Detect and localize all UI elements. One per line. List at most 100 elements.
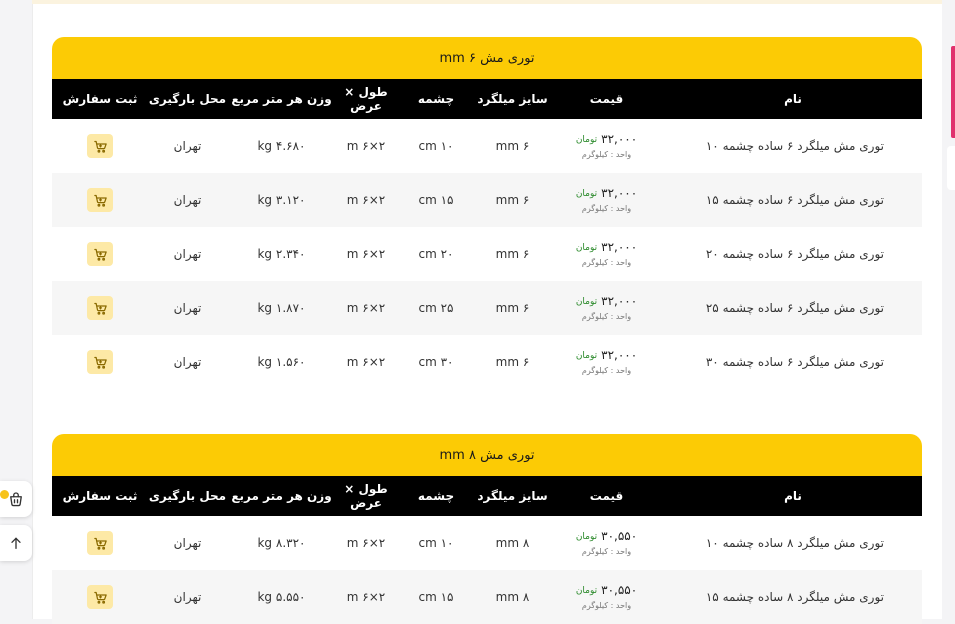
table-row: توری مش میلگرد ۶ ساده چشمه ۱۵ ۳۲,۰۰۰ تومان… [52, 173, 922, 227]
price-unit: واحد : کیلوگرم [581, 547, 632, 556]
price-unit: واحد : کیلوگرم [581, 601, 632, 610]
dimensions-cell: ۲×۶ m [346, 247, 386, 261]
dimensions-cell: ۲×۶ m [346, 301, 386, 315]
header-location: محل بارگیری [148, 489, 227, 503]
price-value: ۳۲,۰۰۰ [601, 348, 638, 362]
basket-icon [10, 492, 22, 507]
header-dimensions: طول × عرض [344, 85, 388, 113]
product-name[interactable]: توری مش میلگرد ۸ ساده چشمه ۱۰ [664, 536, 922, 550]
price-cell: ۳۰,۵۵۰ تومان واحد : کیلوگرم [549, 530, 664, 556]
price-value: ۳۰,۵۵۰ [601, 583, 638, 597]
scroll-top-button[interactable] [0, 525, 32, 561]
size-cell: ۶ mm [495, 193, 530, 207]
header-name: نام [784, 489, 802, 503]
header-mesh: چشمه [417, 489, 455, 503]
price-currency: تومان [575, 189, 598, 199]
price-line: ۳۲,۰۰۰ تومان [576, 349, 637, 361]
price-line: ۳۰,۵۵۰ تومان [576, 584, 637, 596]
top-border [32, 0, 942, 4]
order-cell [52, 188, 148, 212]
dimensions-cell: ۲×۶ m [346, 139, 386, 153]
price-currency: تومان [575, 532, 598, 542]
price-currency: تومان [575, 351, 598, 361]
header-order: ثبت سفارش [62, 489, 138, 503]
table-row: توری مش میلگرد ۶ ساده چشمه ۱۰ ۳۲,۰۰۰ تومان… [52, 119, 922, 173]
weight-cell: ۲.۳۴۰ kg [257, 247, 306, 261]
mesh-cell: ۳۰ cm [418, 355, 454, 369]
size-cell: ۸ mm [495, 536, 530, 550]
header-size: سایز میلگرد [477, 92, 548, 106]
price-currency: تومان [575, 243, 598, 253]
price-line: ۳۲,۰۰۰ تومان [576, 241, 637, 253]
product-name[interactable]: توری مش میلگرد ۶ ساده چشمه ۱۰ [664, 139, 922, 153]
size-cell: ۶ mm [495, 301, 530, 315]
header-name: نام [784, 92, 802, 106]
product-name[interactable]: توری مش میلگرد ۶ ساده چشمه ۳۰ [664, 355, 922, 369]
add-to-cart-button[interactable] [87, 134, 113, 158]
cart-icon [93, 591, 107, 604]
cart-icon [93, 537, 107, 550]
weight-cell: ۳.۱۲۰ kg [257, 193, 306, 207]
basket-badge [0, 490, 9, 499]
header-mesh: چشمه [417, 92, 455, 106]
table-body: توری مش میلگرد ۶ ساده چشمه ۱۰ ۳۲,۰۰۰ تومان… [52, 119, 922, 389]
location-cell: تهران [173, 193, 202, 207]
header-order: ثبت سفارش [62, 92, 138, 106]
table-row: توری مش میلگرد ۸ ساده چشمه ۱۵ ۳۰,۵۵۰ تومان… [52, 570, 922, 624]
mesh-cell: ۲۰ cm [418, 247, 454, 261]
order-cell [52, 350, 148, 374]
location-cell: تهران [173, 355, 202, 369]
price-unit: واحد : کیلوگرم [581, 312, 632, 321]
price-value: ۳۲,۰۰۰ [601, 294, 638, 308]
order-cell [52, 585, 148, 609]
cart-icon [93, 194, 107, 207]
price-value: ۳۲,۰۰۰ [601, 186, 638, 200]
order-cell [52, 134, 148, 158]
location-cell: تهران [173, 247, 202, 261]
header-price: قیمت [589, 489, 624, 503]
mesh-cell: ۱۵ cm [418, 590, 454, 604]
price-currency: تومان [575, 297, 598, 307]
product-name[interactable]: توری مش میلگرد ۶ ساده چشمه ۱۵ [664, 193, 922, 207]
table-row: توری مش میلگرد ۶ ساده چشمه ۲۵ ۳۲,۰۰۰ تومان… [52, 281, 922, 335]
weight-cell: ۱.۸۷۰ kg [257, 301, 306, 315]
weight-cell: ۵.۵۵۰ kg [257, 590, 306, 604]
header-dimensions: طول × عرض [344, 482, 388, 510]
side-card [947, 146, 955, 190]
price-currency: تومان [575, 586, 598, 596]
weight-cell: ۴.۶۸۰ kg [257, 139, 306, 153]
side-accent-bar [951, 46, 955, 138]
add-to-cart-button[interactable] [87, 242, 113, 266]
product-name[interactable]: توری مش میلگرد ۸ ساده چشمه ۱۵ [664, 590, 922, 604]
product-table-8mm: توری مش ۸ mm نام قیمت سایز میلگرد چشمه ط… [52, 434, 922, 624]
add-to-cart-button[interactable] [87, 296, 113, 320]
add-to-cart-button[interactable] [87, 531, 113, 555]
table-row: توری مش میلگرد ۶ ساده چشمه ۳۰ ۳۲,۰۰۰ تومان… [52, 335, 922, 389]
size-cell: ۸ mm [495, 590, 530, 604]
table-header: نام قیمت سایز میلگرد چشمه طول × عرض وزن … [52, 476, 922, 516]
add-to-cart-button[interactable] [87, 585, 113, 609]
product-name[interactable]: توری مش میلگرد ۶ ساده چشمه ۲۰ [664, 247, 922, 261]
location-cell: تهران [173, 590, 202, 604]
price-line: ۳۲,۰۰۰ تومان [576, 187, 637, 199]
price-currency: تومان [575, 135, 598, 145]
basket-button[interactable] [0, 481, 32, 517]
order-cell [52, 531, 148, 555]
header-weight: وزن هر متر مربع [231, 489, 332, 503]
cart-icon [93, 356, 107, 369]
size-cell: ۶ mm [495, 247, 530, 261]
table-header: نام قیمت سایز میلگرد چشمه طول × عرض وزن … [52, 79, 922, 119]
table-title: توری مش ۸ mm [52, 434, 922, 476]
price-unit: واحد : کیلوگرم [581, 366, 632, 375]
add-to-cart-button[interactable] [87, 350, 113, 374]
price-cell: ۳۲,۰۰۰ تومان واحد : کیلوگرم [549, 133, 664, 159]
price-line: ۳۲,۰۰۰ تومان [576, 133, 637, 145]
price-cell: ۳۲,۰۰۰ تومان واحد : کیلوگرم [549, 295, 664, 321]
add-to-cart-button[interactable] [87, 188, 113, 212]
size-cell: ۶ mm [495, 355, 530, 369]
dimensions-cell: ۲×۶ m [346, 193, 386, 207]
price-value: ۳۲,۰۰۰ [601, 240, 638, 254]
cart-icon [93, 248, 107, 261]
size-cell: ۶ mm [495, 139, 530, 153]
product-name[interactable]: توری مش میلگرد ۶ ساده چشمه ۲۵ [664, 301, 922, 315]
